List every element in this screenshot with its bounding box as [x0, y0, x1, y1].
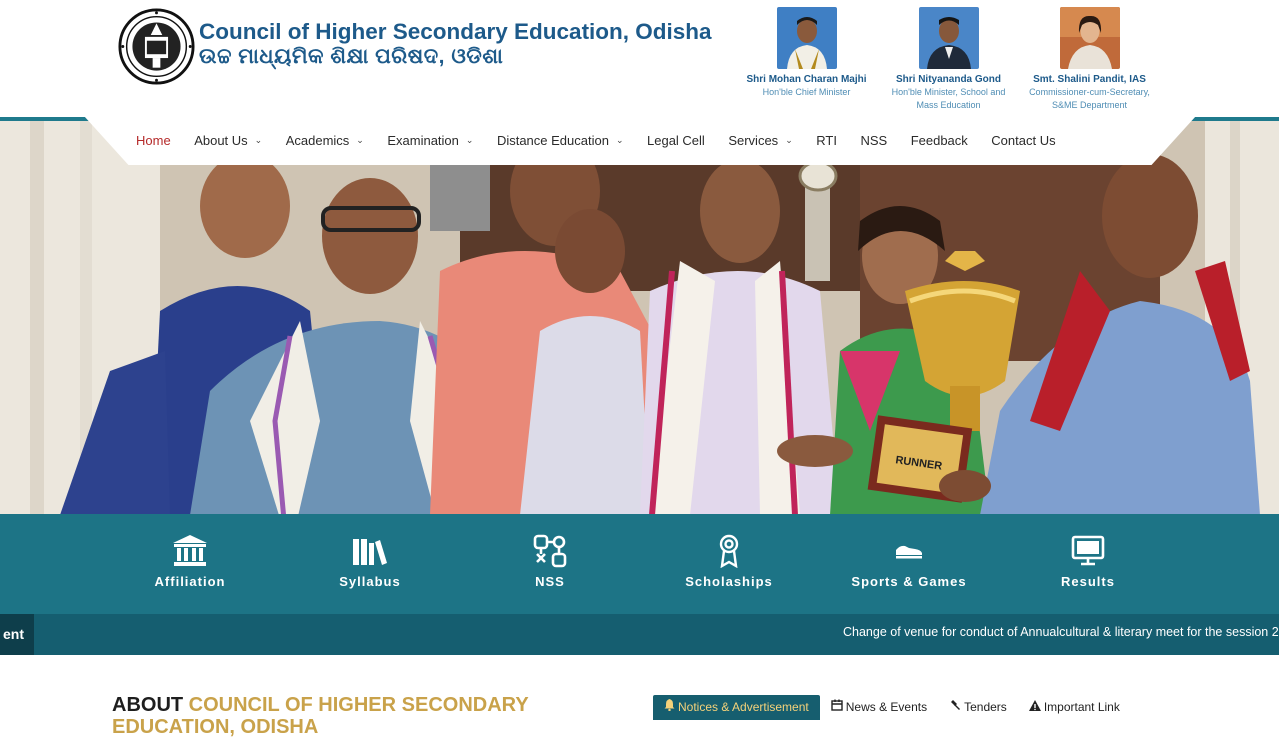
nav-item-label: About Us — [194, 133, 248, 148]
nav-item-label: Examination — [387, 133, 459, 148]
nav-item-label: Services — [728, 133, 779, 148]
nav-item-examination[interactable]: Examination ⌄ — [387, 133, 473, 148]
about-heading-highlight: COUNCIL OF HIGHER SECONDARY — [188, 694, 529, 716]
nss-icon — [470, 534, 630, 568]
quick-link-label: NSS — [535, 574, 565, 589]
quick-link-nss[interactable]: NSS — [470, 534, 630, 589]
notice-tabs: Notices & Advertisement News & Events Te… — [653, 695, 1131, 720]
tab-label: News & Events — [845, 700, 928, 714]
main-navigation: Home About Us ⌄ Academics ⌄ Examination ⌄ Dista… — [84, 116, 1196, 165]
official-name: Shri Nityananda Gond — [895, 74, 1001, 85]
quick-links-bar: Affiliation Syllabus NSS Scholaships Spo… — [0, 514, 1279, 614]
nav-item-rti[interactable]: RTI — [816, 133, 837, 148]
warning-icon — [1028, 693, 1041, 722]
nav-item-about-us[interactable]: About Us ⌄ — [194, 133, 262, 148]
official-card-minister: Shri Nityananda Gond Hon'ble Minister, S… — [881, 7, 1016, 112]
nav-item-feedback[interactable]: Feedback — [911, 133, 968, 148]
tab-important-link[interactable]: Important Link — [1018, 695, 1131, 720]
nav-item-label: NSS — [860, 133, 888, 148]
chevron-down-icon: ⌄ — [615, 135, 624, 145]
nav-item-label: Distance Education — [496, 133, 609, 148]
nav-item-contact-us[interactable]: Contact Us — [991, 133, 1055, 148]
quick-link-syllabus[interactable]: Syllabus — [290, 534, 450, 589]
nav-item-label: Academics — [285, 133, 350, 148]
ticker-tag-label: ent — [3, 626, 24, 642]
institution-icon — [110, 534, 270, 568]
nav-item-label: Feedback — [910, 133, 968, 148]
tab-notices-advertisement[interactable]: Notices & Advertisement — [653, 695, 820, 720]
official-photo — [918, 7, 979, 69]
official-card-chief-minister: Shri Mohan Charan Majhi Hon'ble Chief Mi… — [739, 7, 874, 99]
monitor-icon — [1008, 534, 1168, 568]
nav-item-label: Contact Us — [991, 133, 1056, 148]
official-name: Shri Mohan Charan Majhi — [746, 74, 867, 85]
site-header: Council of Higher Secondary Education, O… — [0, 0, 1279, 118]
hero-banner: RUNNER — [0, 121, 1279, 515]
gavel-icon — [949, 693, 961, 722]
nav-item-academics[interactable]: Academics ⌄ — [286, 133, 364, 148]
nav-item-label: RTI — [816, 133, 837, 148]
site-title-odia[interactable]: ଉଚ୍ଚ ମାଧ୍ୟମିକ ଶିକ୍ଷା ପରିଷଦ, ଓଡିଶା — [199, 45, 503, 69]
official-role: Hon'ble Chief Minister — [762, 87, 851, 97]
official-role: Hon'ble Minister, School and Mass Educat… — [891, 87, 1006, 110]
nav-item-home[interactable]: Home — [136, 133, 171, 148]
chse-logo[interactable] — [118, 8, 195, 85]
nav-list: Home About Us ⌄ Academics ⌄ Examination ⌄ Dista… — [136, 116, 1079, 165]
nav-item-nss[interactable]: NSS — [860, 133, 887, 148]
sneaker-icon — [829, 534, 989, 568]
quick-link-label: Results — [1061, 574, 1115, 589]
quick-link-sports-games[interactable]: Sports & Games — [829, 534, 989, 589]
bell-icon — [664, 693, 675, 722]
chevron-down-icon: ⌄ — [465, 135, 474, 145]
official-photo — [1059, 7, 1120, 69]
nav-item-distance-education[interactable]: Distance Education ⌄ — [497, 133, 624, 148]
site-title-english[interactable]: Council of Higher Secondary Education, O… — [199, 19, 712, 45]
quick-link-label: Sports & Games — [851, 574, 967, 589]
ticker-tag: ent — [0, 614, 34, 655]
ticker-message[interactable]: Change of venue for conduct of Annualcul… — [843, 625, 1279, 639]
nav-item-services[interactable]: Services ⌄ — [728, 133, 792, 148]
about-heading-line2: EDUCATION, ODISHA — [112, 716, 319, 738]
about-heading-prefix: ABOUT — [112, 694, 184, 716]
quick-link-results[interactable]: Results — [1008, 534, 1168, 589]
about-heading: ABOUT COUNCIL OF HIGHER SECONDARY — [112, 693, 529, 717]
quick-link-label: Syllabus — [339, 574, 401, 589]
official-card-secretary: Smt. Shalini Pandit, IAS Commissioner-cu… — [1022, 7, 1157, 112]
books-icon — [290, 534, 450, 568]
award-ribbon-icon — [649, 534, 809, 568]
quick-link-label: Affiliation — [154, 574, 226, 589]
nav-item-label: Home — [136, 133, 171, 148]
calendar-icon — [831, 693, 843, 722]
tab-tenders[interactable]: Tenders — [938, 695, 1018, 720]
official-photo — [776, 7, 837, 69]
official-name: Smt. Shalini Pandit, IAS — [1033, 74, 1146, 85]
hero-photo: RUNNER — [0, 121, 1279, 515]
tab-label: Notices & Advertisement — [678, 700, 809, 714]
chevron-down-icon: ⌄ — [785, 135, 793, 145]
chevron-down-icon: ⌄ — [254, 135, 263, 145]
official-role: Commissioner-cum-Secretary, S&ME Departm… — [1029, 87, 1150, 110]
tab-news-events[interactable]: News & Events — [820, 695, 938, 720]
quick-link-affiliation[interactable]: Affiliation — [110, 534, 270, 589]
announcement-ticker: ent Change of venue for conduct of Annua… — [0, 614, 1279, 655]
nav-item-label: Legal Cell — [647, 133, 705, 148]
chevron-down-icon: ⌄ — [356, 135, 364, 145]
tab-label: Important Link — [1043, 700, 1120, 714]
tab-label: Tenders — [964, 700, 1007, 714]
quick-link-scholarships[interactable]: Scholaships — [649, 534, 809, 589]
quick-link-label: Scholaships — [685, 574, 773, 589]
nav-item-legal-cell[interactable]: Legal Cell — [647, 133, 705, 148]
